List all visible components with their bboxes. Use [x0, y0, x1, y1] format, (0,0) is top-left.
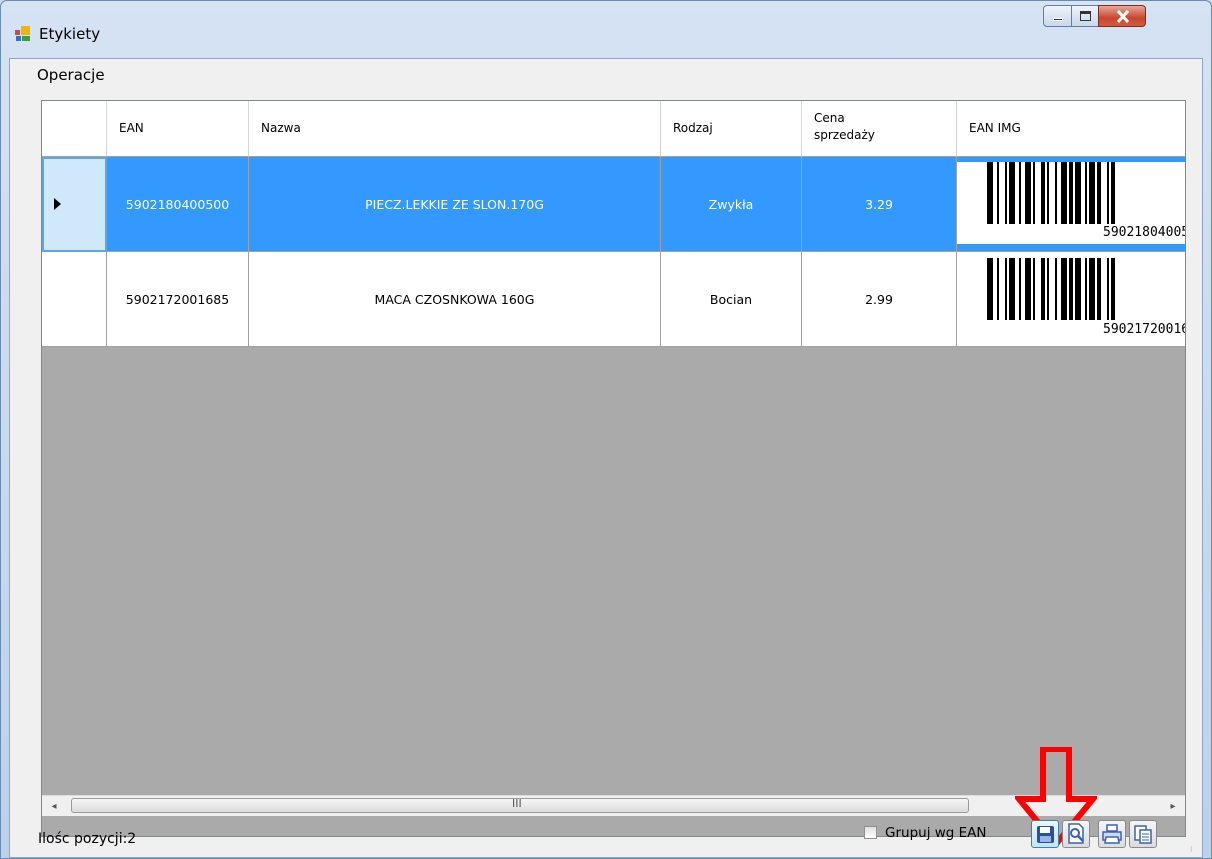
print-button[interactable] — [1098, 820, 1126, 848]
cell-nazwa[interactable]: MACA CZOSNKOWA 160G — [249, 252, 661, 347]
main-window: Etykiety Operacje EAN Nazwa Rodzaj Cena … — [0, 0, 1212, 859]
cell-ean[interactable]: 5902180400500 — [107, 157, 249, 252]
status-bar: Ilośc pozycji:2 Grupuj wg EAN ⁝ — [10, 815, 1202, 857]
column-header-nazwa[interactable]: Nazwa — [249, 101, 661, 157]
column-header-label: EAN IMG — [969, 121, 1021, 135]
copy-button[interactable] — [1129, 820, 1157, 848]
cell-rodzaj[interactable]: Bocian — [661, 252, 802, 347]
column-header-label: EAN — [119, 121, 144, 135]
client-area: Operacje EAN Nazwa Rodzaj Cena sprzedaży… — [9, 58, 1203, 858]
app-icon — [15, 26, 30, 41]
scroll-right-button[interactable]: ▸ — [1163, 796, 1183, 816]
printer-icon — [1102, 824, 1122, 844]
row-header[interactable] — [42, 157, 107, 252]
barcode-bars — [987, 258, 1115, 320]
scroll-right-icon: ▸ — [1170, 800, 1176, 812]
column-header-cena[interactable]: Cena sprzedaży — [802, 101, 957, 157]
close-button[interactable] — [1098, 5, 1146, 27]
cell-cena[interactable]: 3.29 — [802, 157, 957, 252]
cell-nazwa[interactable]: PIECZ.LEKKIE ZE SLON.170G — [249, 157, 661, 252]
maximize-icon — [1080, 11, 1091, 21]
row-header[interactable] — [42, 252, 107, 347]
item-count-label: Ilośc pozycji:2 — [38, 831, 137, 847]
column-header-label: Nazwa — [261, 121, 301, 135]
scroll-left-button[interactable]: ◂ — [44, 796, 64, 816]
column-header-label: Rodzaj — [673, 121, 713, 135]
menu-operacje[interactable]: Operacje — [37, 66, 105, 84]
barcode-image: 5902172001685 — [957, 256, 1185, 342]
minimize-icon — [1053, 18, 1063, 21]
barcode-image: 5902180400500 — [957, 162, 1185, 244]
cell-ean[interactable]: 5902172001685 — [107, 252, 249, 347]
group-by-ean-checkbox[interactable] — [864, 826, 877, 839]
print-preview-icon — [1068, 823, 1084, 844]
cell-ean-img[interactable]: 5902172001685 — [957, 252, 1185, 347]
resize-grip-icon[interactable]: ⁝ — [1190, 845, 1200, 855]
group-by-ean-label[interactable]: Grupuj wg EAN — [885, 825, 987, 841]
column-header-rodzaj[interactable]: Rodzaj — [661, 101, 802, 157]
cell-rodzaj[interactable]: Zwykła — [661, 157, 802, 252]
row-header-corner — [42, 101, 107, 157]
data-grid[interactable]: EAN Nazwa Rodzaj Cena sprzedaży EAN IMG … — [41, 100, 1186, 837]
cell-ean-img[interactable]: 5902180400500 — [957, 157, 1185, 252]
scroll-left-icon: ◂ — [51, 800, 57, 812]
close-icon — [1116, 10, 1130, 23]
horizontal-scrollbar[interactable]: ◂ III ▸ — [42, 795, 1185, 816]
barcode-text: 5902172001685 — [1103, 322, 1185, 337]
title-bar[interactable]: Etykiety — [1, 1, 1211, 57]
maximize-button[interactable] — [1071, 5, 1099, 27]
barcode-text: 5902180400500 — [1103, 225, 1185, 240]
current-row-icon — [54, 198, 61, 210]
copy-icon — [1134, 825, 1152, 844]
floppy-disk-icon — [1037, 826, 1054, 843]
cell-cena[interactable]: 2.99 — [802, 252, 957, 347]
column-header-ean[interactable]: EAN — [107, 101, 249, 157]
barcode-bars — [987, 162, 1115, 224]
scrollbar-thumb[interactable]: III — [71, 797, 969, 813]
scrollbar-grip-icon: III — [512, 797, 522, 810]
save-button[interactable] — [1031, 820, 1059, 848]
print-preview-button[interactable] — [1062, 820, 1090, 848]
window-title: Etykiety — [39, 25, 101, 43]
menu-bar: Operacje — [10, 59, 1202, 95]
column-header-label: Cena sprzedaży — [814, 111, 875, 142]
minimize-button[interactable] — [1043, 5, 1072, 27]
column-header-ean-img[interactable]: EAN IMG — [957, 101, 1185, 157]
